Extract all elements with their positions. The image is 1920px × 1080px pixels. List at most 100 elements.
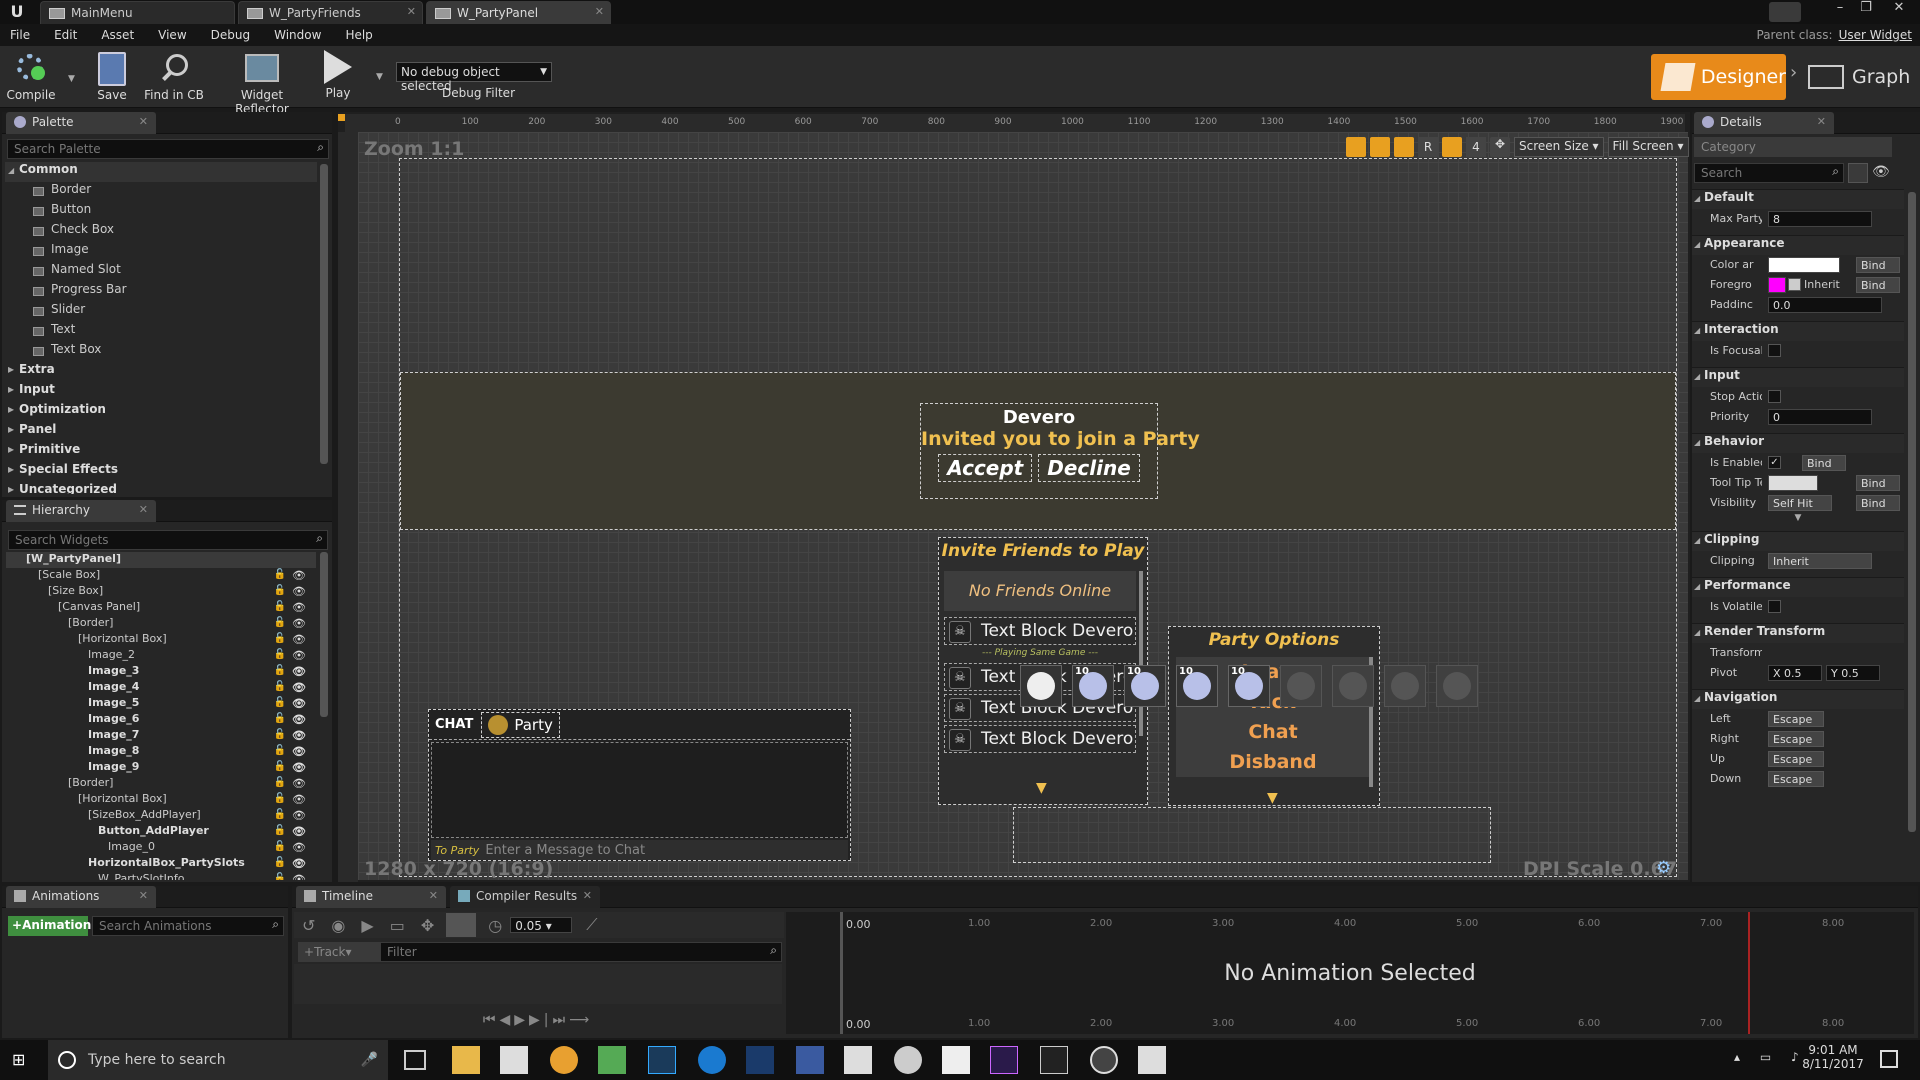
palette-item-image[interactable]: Image (5, 242, 317, 262)
tab-hierarchy[interactable]: Hierarchy ✕ (6, 500, 156, 522)
close-icon[interactable]: ✕ (139, 115, 148, 128)
palette-item-progress-bar[interactable]: Progress Bar (5, 282, 317, 302)
close-icon[interactable]: ✕ (595, 5, 604, 18)
minimize-icon[interactable]: – (1827, 0, 1853, 20)
taskbar-search[interactable]: Type here to search 🎤 (48, 1040, 388, 1080)
clipping-dropdown[interactable]: Inherit (1768, 553, 1872, 569)
nav-down-dropdown[interactable]: Escape (1768, 771, 1824, 787)
hierarchy-item[interactable]: Image_2 🔓 👁 (6, 648, 316, 664)
play-button[interactable]: Play (316, 50, 360, 106)
chrome-icon[interactable] (550, 1046, 578, 1074)
category-optimization[interactable]: Optimization (5, 402, 317, 422)
hierarchy-item[interactable]: [SizeBox_AddPlayer] 🔓 👁 (6, 808, 316, 824)
section-appearance[interactable]: Appearance (1692, 235, 1904, 255)
playhead[interactable] (840, 912, 843, 1034)
eye-icon[interactable]: 👁 (292, 825, 306, 838)
section-behavior[interactable]: Behavior (1692, 433, 1904, 453)
visibility-dropdown[interactable]: Self Hit (1768, 495, 1832, 511)
fill-screen-dropdown[interactable]: Fill Screen ▾ (1607, 137, 1689, 157)
tab-compiler-results[interactable]: Compiler Results ✕ (450, 886, 600, 908)
compile-button[interactable]: Compile (4, 50, 58, 106)
category-uncategorized[interactable]: Uncategorized (5, 482, 317, 494)
palette-item-slider[interactable]: Slider (5, 302, 317, 322)
hierarchy-item[interactable]: [Border] 🔓 👁 (6, 776, 316, 792)
pivot-y-input[interactable]: Y 0.5 (1826, 665, 1880, 681)
hierarchy-item[interactable]: Button_AddPlayer 🔓 👁 (6, 824, 316, 840)
hierarchy-scrollbar[interactable] (320, 552, 328, 717)
curve-icon[interactable]: ⟋ (586, 915, 597, 935)
details-search-input[interactable]: Search ⌕ (1694, 163, 1844, 183)
widget-reflector-button[interactable]: Widget Reflector (214, 50, 310, 116)
compile-options-icon[interactable]: ▼ (68, 74, 75, 84)
lock-icon[interactable]: 🔓 (274, 777, 286, 788)
details-scrollbar[interactable] (1908, 192, 1916, 832)
category-input[interactable]: Category (1694, 137, 1892, 157)
section-clipping[interactable]: Clipping (1692, 531, 1904, 551)
eye-icon[interactable]: 👁 (292, 649, 306, 662)
play-icon[interactable]: ▶ (514, 1012, 529, 1028)
section-navigation[interactable]: Navigation (1692, 689, 1904, 709)
lock-icon[interactable]: 🔓 (274, 713, 286, 724)
color-swatch[interactable] (1768, 257, 1840, 273)
designer-mode-button[interactable]: Designer (1651, 54, 1786, 100)
party-slot[interactable] (1384, 665, 1426, 707)
app-icon[interactable] (942, 1046, 970, 1074)
enabled-checkbox[interactable]: ✓ (1768, 456, 1781, 469)
pivot-x-input[interactable]: X 0.5 (1768, 665, 1822, 681)
eye-icon[interactable]: 👁 (292, 777, 306, 790)
transport-controls[interactable]: ⏮ ◀ ▶ ▶| ⏭ ⟶ (294, 1006, 782, 1034)
eye-icon[interactable]: 👁 (292, 809, 306, 822)
close-icon[interactable]: ✕ (429, 889, 438, 902)
tab-details[interactable]: Details ✕ (1694, 112, 1834, 134)
hierarchy-item[interactable]: [Horizontal Box] 🔓 👁 (6, 632, 316, 648)
lock-icon[interactable]: 🔓 (274, 729, 286, 740)
tab-party-panel[interactable]: W_PartyPanel ✕ (426, 1, 611, 24)
menu-file[interactable]: File (10, 28, 30, 42)
section-interaction[interactable]: Interaction (1692, 321, 1904, 341)
notepad-icon[interactable] (598, 1046, 626, 1074)
tab-timeline[interactable]: Timeline ✕ (296, 886, 446, 908)
eye-icon[interactable]: 👁 (292, 841, 306, 854)
hierarchy-item[interactable]: Image_3 🔓 👁 (6, 664, 316, 680)
hierarchy-item[interactable]: [Size Box] 🔓 👁 (6, 584, 316, 600)
palette-item-checkbox[interactable]: Check Box (5, 222, 317, 242)
lock-icon[interactable]: 🔓 (274, 601, 286, 612)
lock-icon[interactable]: 🔓 (274, 745, 286, 756)
screen-size-dropdown[interactable]: Screen Size ▾ (1514, 137, 1604, 157)
decline-button[interactable]: Decline (1038, 454, 1140, 482)
options-arrow-icon[interactable]: ▼ (1267, 790, 1278, 806)
palette-search-input[interactable]: Search Palette ⌕ (7, 139, 329, 159)
palette-item-button[interactable]: Button (5, 202, 317, 222)
step-forward-icon[interactable]: ▶| (529, 1012, 552, 1028)
section-default[interactable]: Default (1692, 189, 1904, 209)
epic-launcher-icon[interactable] (1040, 1046, 1068, 1074)
tab-animations[interactable]: Animations ✕ (6, 886, 156, 908)
chat-input[interactable]: Enter a Message to Chat (485, 843, 645, 858)
hierarchy-item[interactable]: [Horizontal Box] 🔓 👁 (6, 792, 316, 808)
discord-icon[interactable] (894, 1046, 922, 1074)
microphone-icon[interactable]: 🎤 (361, 1052, 378, 1068)
party-slot[interactable]: 10 (1072, 665, 1114, 707)
hierarchy-item[interactable]: Image_9 🔓 👁 (6, 760, 316, 776)
loop-icon[interactable]: ⟶ (569, 1012, 593, 1028)
palette-item-text[interactable]: Text (5, 322, 317, 342)
edge-icon[interactable] (698, 1046, 726, 1074)
play-icon[interactable]: ▶ (361, 916, 373, 935)
hierarchy-item[interactable]: [Border] 🔓 👁 (6, 616, 316, 632)
volatile-checkbox[interactable] (1768, 600, 1781, 613)
end-marker[interactable] (1748, 912, 1750, 1034)
add-player-slot[interactable] (1020, 665, 1062, 707)
lock-icon[interactable]: 🔓 (274, 681, 286, 692)
tooltip-input[interactable] (1768, 475, 1818, 491)
move-icon[interactable]: ✥ (421, 916, 434, 935)
maximize-icon[interactable]: ❐ (1853, 0, 1879, 20)
palette-item-named-slot[interactable]: Named Slot (5, 262, 317, 282)
animations-search-input[interactable]: Search Animations ⌕ (92, 916, 284, 936)
lock-icon[interactable]: 🔓 (274, 857, 286, 868)
transform-icon[interactable]: ✥ (1490, 137, 1510, 157)
palette-item-border[interactable]: Border (5, 182, 317, 202)
photoshop-icon[interactable] (648, 1046, 676, 1074)
tab-main-menu[interactable]: MainMenu (40, 1, 235, 24)
respect-locks-button[interactable]: R (1418, 137, 1438, 157)
lock-icon[interactable]: 🔓 (274, 873, 286, 880)
